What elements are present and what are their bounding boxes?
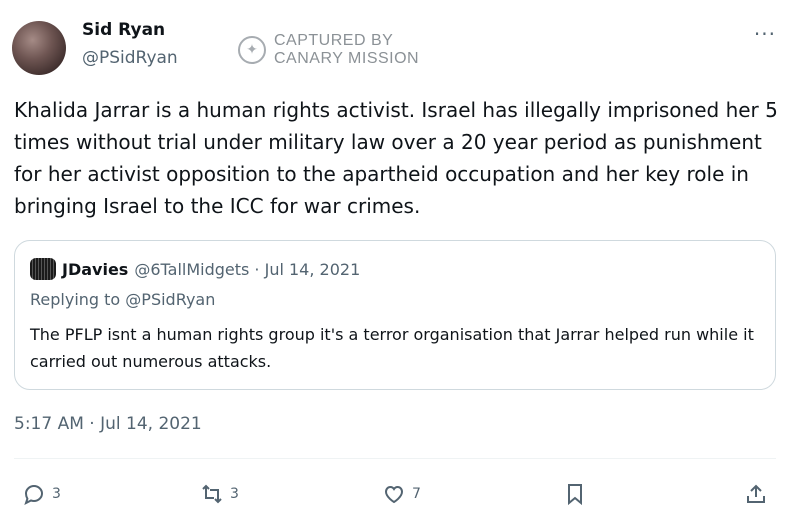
more-options-icon[interactable]: ··· <box>754 22 776 46</box>
watermark: ✦ CAPTURED BY CANARY MISSION <box>238 32 419 68</box>
like-icon <box>384 485 404 504</box>
reply-icon <box>24 484 44 505</box>
author-name[interactable]: Sid Ryan <box>82 20 165 40</box>
quoted-replying-to: Replying to @PSidRyan <box>30 290 216 309</box>
watermark-line-2: CANARY MISSION <box>274 50 420 67</box>
quoted-handle-date: @6TallMidgets · Jul 14, 2021 <box>134 259 361 279</box>
share-icon <box>747 484 765 503</box>
author-handle[interactable]: @PSidRyan <box>82 48 178 68</box>
quoted-text: The PFLP isnt a human rights group it's … <box>30 325 754 371</box>
reply-button[interactable]: 3 <box>22 482 61 506</box>
retweet-icon <box>202 484 222 504</box>
action-bar: 3 3 7 <box>0 476 800 512</box>
bookmark-button[interactable] <box>563 482 587 506</box>
reply-count: 3 <box>52 486 61 502</box>
canary-logo-icon: ✦ <box>238 36 266 64</box>
tweet-text: Khalida Jarrar is a human rights activis… <box>14 98 778 218</box>
like-count: 7 <box>412 486 421 502</box>
bookmark-icon <box>568 484 582 506</box>
watermark-line-1: CAPTURED BY <box>274 32 394 49</box>
tweet-timestamp[interactable]: 5:17 AM · Jul 14, 2021 <box>14 414 202 434</box>
retweet-button[interactable]: 3 <box>200 482 239 506</box>
quoted-tweet[interactable]: JDavies @6TallMidgets · Jul 14, 2021 Rep… <box>14 240 776 390</box>
share-button[interactable] <box>744 482 768 506</box>
author-avatar[interactable] <box>12 21 66 75</box>
quoted-author-name: JDavies <box>62 259 129 279</box>
quoted-header: JDavies @6TallMidgets · Jul 14, 2021 <box>30 258 360 280</box>
like-button[interactable]: 7 <box>382 482 421 506</box>
divider <box>14 458 776 459</box>
retweet-count: 3 <box>230 486 239 502</box>
quoted-avatar <box>30 258 56 280</box>
